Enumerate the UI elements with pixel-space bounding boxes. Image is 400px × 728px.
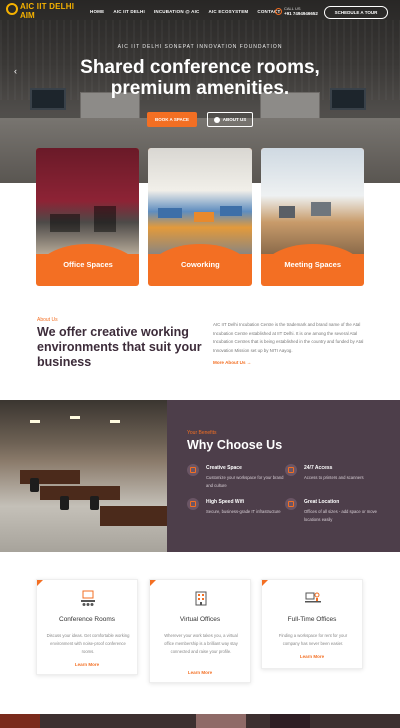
strip-image xyxy=(0,714,40,728)
ceiling-light xyxy=(70,416,80,419)
ceiling-light xyxy=(30,420,40,423)
classroom-desk xyxy=(40,486,120,500)
ceiling-light xyxy=(110,420,120,423)
about-us-button-label: ABOUT US xyxy=(222,117,247,122)
space-card-label: Office Spaces xyxy=(63,260,113,269)
clock-24-icon xyxy=(285,464,297,476)
offering-description: Discuss your ideas. Get comfortable work… xyxy=(46,633,130,654)
classroom-desk xyxy=(20,470,80,484)
offering-card-conference[interactable]: Conference Rooms Discuss your ideas. Get… xyxy=(36,579,138,675)
cowork-chair-shape xyxy=(158,208,183,218)
why-choose-us-panel: Your Benefits Why Choose Us Creative Spa… xyxy=(167,400,400,552)
space-card-coworking[interactable]: Coworking xyxy=(148,148,252,286)
classroom-photo xyxy=(0,400,167,552)
hero-headline-line1: Shared conference rooms, xyxy=(80,57,320,78)
why-choose-us-section: Your Benefits Why Choose Us Creative Spa… xyxy=(0,400,400,552)
cowork-chair-shape xyxy=(220,206,243,216)
card-corner-accent xyxy=(37,580,43,586)
meeting-laptop-shape xyxy=(310,202,331,216)
logo-text: AIC IIT DELHI xyxy=(20,2,75,11)
offering-title: Conference Rooms xyxy=(59,616,115,623)
office-desk-shape xyxy=(50,214,80,232)
phone-icon xyxy=(275,8,282,15)
offering-card-virtual[interactable]: Virtual Offices Wherever your work takes… xyxy=(149,579,251,683)
about-title: We offer creative working environments t… xyxy=(37,325,202,369)
logo-emblem-icon xyxy=(6,3,18,15)
wifi-icon xyxy=(187,498,199,510)
office-space-photo xyxy=(36,148,140,254)
feature-description: Customize your workspace for your brand … xyxy=(206,475,284,488)
offering-card-fulltime[interactable]: Full-Time Offices Finding a workspace fo… xyxy=(261,579,363,669)
schedule-tour-button[interactable]: SCHEDULE A TOUR xyxy=(324,6,388,19)
book-space-button[interactable]: BOOK A SPACE xyxy=(147,112,197,127)
nav-links: HOME AIC IIT DELHI INCUBATION @ AIC AIC … xyxy=(90,9,280,14)
conference-icon xyxy=(81,590,95,606)
space-card-meeting[interactable]: Meeting Spaces xyxy=(260,148,364,286)
desk-icon xyxy=(305,592,321,603)
learn-more-link[interactable]: Learn More xyxy=(262,654,362,659)
feature-title: 24/7 Access xyxy=(304,465,333,471)
feature-description: Access to printers and scanners xyxy=(304,475,364,480)
about-us-button[interactable]: ABOUT US xyxy=(207,112,253,127)
learn-more-link[interactable]: Learn More xyxy=(150,670,250,675)
nav-link-incubation[interactable]: INCUBATION @ AIC xyxy=(154,9,200,14)
classroom-chair xyxy=(90,496,99,510)
learn-more-link[interactable]: Learn More xyxy=(37,662,137,667)
about-eyebrow: About Us xyxy=(37,317,58,323)
more-about-us-link[interactable]: More About Us → xyxy=(213,360,251,365)
feature-title: Creative Space xyxy=(206,465,242,471)
nav-link-ecosystem[interactable]: AIC ECOSYSTEM xyxy=(209,9,249,14)
space-card-label: Coworking xyxy=(180,260,220,269)
classroom-desk xyxy=(100,506,167,526)
offering-description: Finding a workspace for rent for your co… xyxy=(278,633,348,646)
info-icon xyxy=(213,116,220,123)
space-cards: Office Spaces Coworking Meeting Spaces xyxy=(36,148,364,286)
hero-headline-line2: premium amenities. xyxy=(110,78,290,99)
card-corner-accent xyxy=(150,580,156,586)
about-description: AIC IIT Delhi Incubation Centre is the t… xyxy=(213,322,364,353)
hero-buttons: BOOK A SPACE ABOUT US xyxy=(0,112,400,127)
meeting-laptop-shape xyxy=(278,206,295,218)
strip-image xyxy=(270,714,310,728)
space-card-label: Meeting Spaces xyxy=(284,260,341,269)
office-chair-shape xyxy=(94,206,116,232)
coworking-photo xyxy=(148,148,252,254)
space-card-office[interactable]: Office Spaces xyxy=(36,148,140,286)
location-pin-icon xyxy=(285,498,297,510)
feature-title: High Speed Wifi xyxy=(206,499,245,505)
call-us-number: +91 7494946652 xyxy=(284,11,318,16)
offerings-section: Conference Rooms Discuss your ideas. Get… xyxy=(0,552,400,714)
feature-title: Great Location xyxy=(304,499,340,505)
hero-content: AIC IIT DELHI SONEPAT INNOVATION FOUNDAT… xyxy=(0,44,400,99)
about-section: About Us We offer creative working envir… xyxy=(0,300,400,400)
nav-link-home[interactable]: HOME xyxy=(90,9,104,14)
creative-space-icon xyxy=(187,464,199,476)
partner-logo-text: AIM xyxy=(20,11,35,20)
why-eyebrow: Your Benefits xyxy=(187,430,217,436)
nav-link-aic-iit-delhi[interactable]: AIC IIT DELHI xyxy=(113,9,145,14)
feature-description: Offices of all sizes - add space or move… xyxy=(304,509,378,522)
offering-description: Wherever your work takes you, a virtual … xyxy=(164,633,238,654)
hero-headline: Shared conference rooms, premium ameniti… xyxy=(0,57,400,99)
card-corner-accent xyxy=(262,580,268,586)
feature-description: Secure, business-grade IT infrastructure xyxy=(206,509,281,514)
bottom-image-strip xyxy=(0,714,400,728)
meeting-space-photo xyxy=(260,148,364,254)
why-title: Why Choose Us xyxy=(187,438,283,452)
building-icon xyxy=(195,591,207,606)
classroom-chair xyxy=(60,496,69,510)
cowork-chair-shape xyxy=(194,212,215,222)
offering-title: Virtual Offices xyxy=(179,616,221,623)
hero-eyebrow: AIC IIT DELHI SONEPAT INNOVATION FOUNDAT… xyxy=(117,44,283,50)
call-us-block[interactable]: CALL US +91 7494946652 xyxy=(275,6,318,16)
strip-image xyxy=(196,714,246,728)
site-logo[interactable]: AIC IIT DELHI AIM xyxy=(6,2,90,24)
classroom-chair xyxy=(30,478,39,492)
top-navigation: AIC IIT DELHI AIM HOME AIC IIT DELHI INC… xyxy=(0,0,400,28)
offering-title: Full-Time Offices xyxy=(287,616,337,623)
